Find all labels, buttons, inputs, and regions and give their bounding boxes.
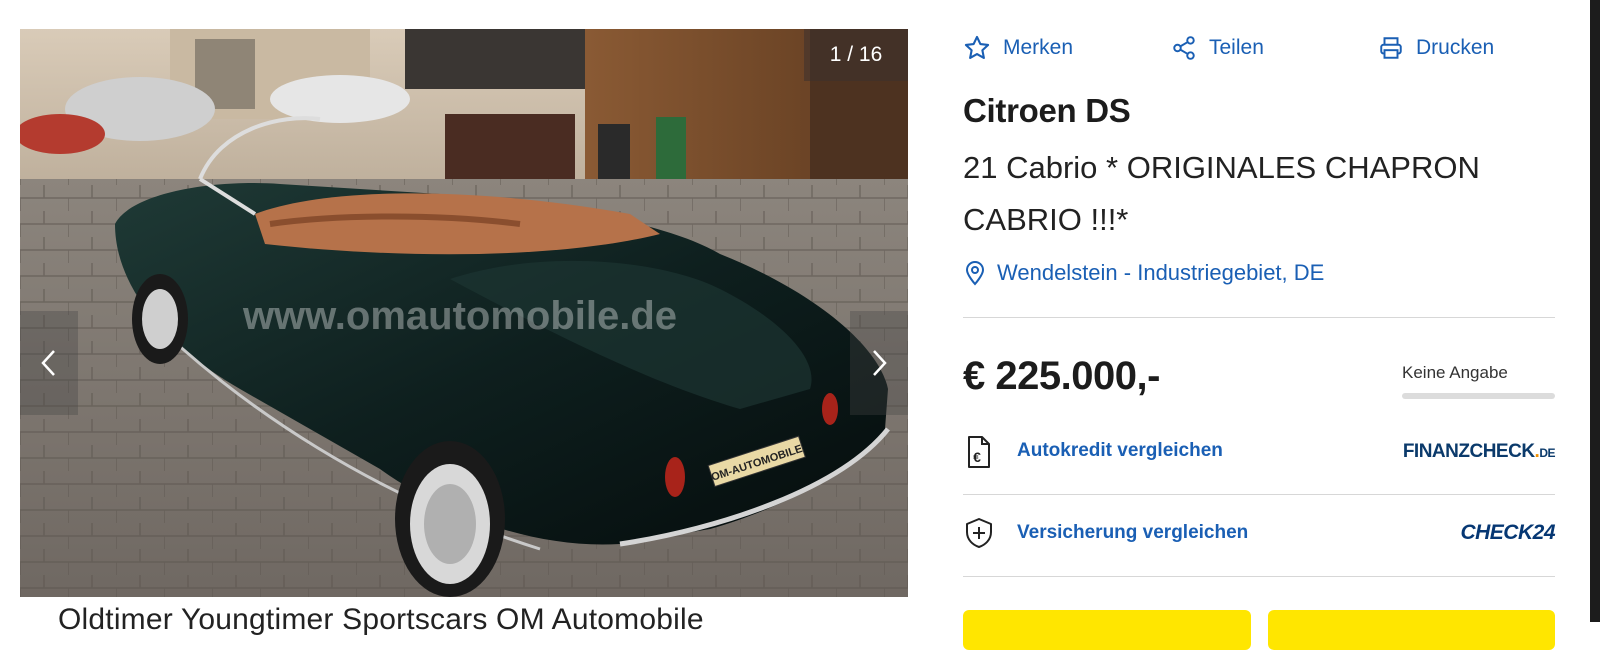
next-image-button[interactable] <box>850 311 908 415</box>
watermark-text: www.omautomobile.de <box>242 294 677 338</box>
check24-logo: CHECK24 <box>1460 521 1555 544</box>
print-button[interactable]: Drucken <box>1378 30 1494 66</box>
scrollbar-edge <box>1590 0 1600 622</box>
insurance-offer-row: Versicherung vergleichen CHECK24 <box>963 512 1555 556</box>
price: € 225.000,- <box>963 354 1160 398</box>
share-icon <box>1173 36 1195 60</box>
share-label: Teilen <box>1209 36 1264 59</box>
credit-document-icon: € <box>968 436 990 468</box>
image-gallery[interactable]: OM-AUTOMOBILE www.omautomobile.de 1 / 16 <box>20 29 908 597</box>
map-pin-icon <box>965 261 985 286</box>
dealer-caption: Oldtimer Youngtimer Sportscars OM Automo… <box>58 603 704 636</box>
print-label: Drucken <box>1416 36 1495 59</box>
star-icon <box>964 35 990 59</box>
location-text: Wendelstein - Industriegebiet, DE <box>997 260 1325 285</box>
printer-icon <box>1380 37 1402 59</box>
previous-image-button[interactable] <box>20 311 78 415</box>
chevron-right-icon <box>873 350 887 376</box>
listing-title: Citroen DS <box>963 92 1131 129</box>
price-rating-bar <box>1402 393 1555 399</box>
finanzcheck-logo: FINANZCHECK.DE <box>1402 441 1556 463</box>
listing-actions: Merken Teilen Drucken <box>963 30 1557 66</box>
car-photo: OM-AUTOMOBILE www.omautomobile.de <box>20 29 908 597</box>
shield-plus-icon <box>966 518 992 548</box>
price-rating-label: Keine Angabe <box>1402 363 1508 382</box>
save-listing-label: Merken <box>1003 36 1074 59</box>
divider <box>963 494 1555 495</box>
share-button[interactable]: Teilen <box>1171 30 1264 66</box>
divider <box>963 576 1555 577</box>
credit-offer-row: € Autokredit vergleichen FINANZCHECK.DE <box>963 430 1555 474</box>
save-listing-button[interactable]: Merken <box>963 30 1073 66</box>
contact-button[interactable] <box>963 610 1251 650</box>
divider <box>963 317 1555 318</box>
credit-compare-link[interactable]: Autokredit vergleichen <box>1017 440 1223 462</box>
chevron-left-icon <box>41 350 55 376</box>
image-counter: 1 / 16 <box>804 29 908 81</box>
listing-subtitle: 21 Cabrio * ORIGINALES CHAPRON CABRIO !!… <box>963 150 1480 237</box>
finanzcheck-logo-text: FINANZCHECK <box>1402 441 1535 462</box>
call-button[interactable] <box>1268 610 1555 650</box>
svg-text:€: € <box>973 449 981 465</box>
insurance-compare-link[interactable]: Versicherung vergleichen <box>1017 522 1248 544</box>
location-link[interactable]: Wendelstein - Industriegebiet, DE <box>963 260 1324 286</box>
finanzcheck-logo-tld: DE <box>1539 446 1555 460</box>
